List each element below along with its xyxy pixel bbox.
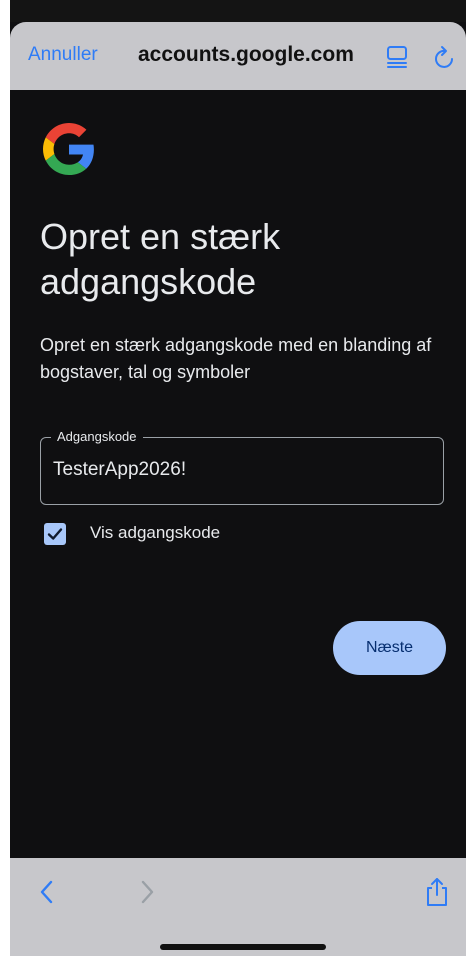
browser-header: Annuller accounts.google.com [10, 22, 466, 90]
reload-icon[interactable] [434, 44, 456, 70]
url-label[interactable]: accounts.google.com [138, 43, 354, 67]
google-logo-icon [43, 123, 94, 175]
password-field[interactable]: Adgangskode TesterApp2026! [40, 428, 444, 505]
cancel-button[interactable]: Annuller [28, 44, 98, 66]
forward-icon[interactable] [136, 878, 158, 906]
home-indicator [160, 944, 326, 950]
share-icon[interactable] [424, 876, 450, 908]
page-subtitle: Opret en stærk adgangskode med en blandi… [40, 335, 432, 382]
page-title: Opret en stærk adgangskode [40, 216, 281, 302]
show-password-label[interactable]: Vis adgangskode [90, 521, 220, 545]
page-content: Opret en stærk adgangskode Opret en stær… [10, 90, 466, 858]
browser-toolbar [10, 858, 466, 956]
show-password-checkbox[interactable] [44, 523, 66, 545]
reader-icon[interactable] [384, 44, 410, 70]
back-icon[interactable] [36, 878, 58, 906]
password-input[interactable]: TesterApp2026! [53, 456, 186, 484]
check-icon [47, 528, 63, 540]
next-button[interactable]: Næste [333, 621, 446, 675]
status-area [10, 0, 466, 22]
password-field-label: Adgangskode [51, 428, 143, 446]
device-screen: Annuller accounts.google.com Opret en st… [10, 0, 466, 956]
